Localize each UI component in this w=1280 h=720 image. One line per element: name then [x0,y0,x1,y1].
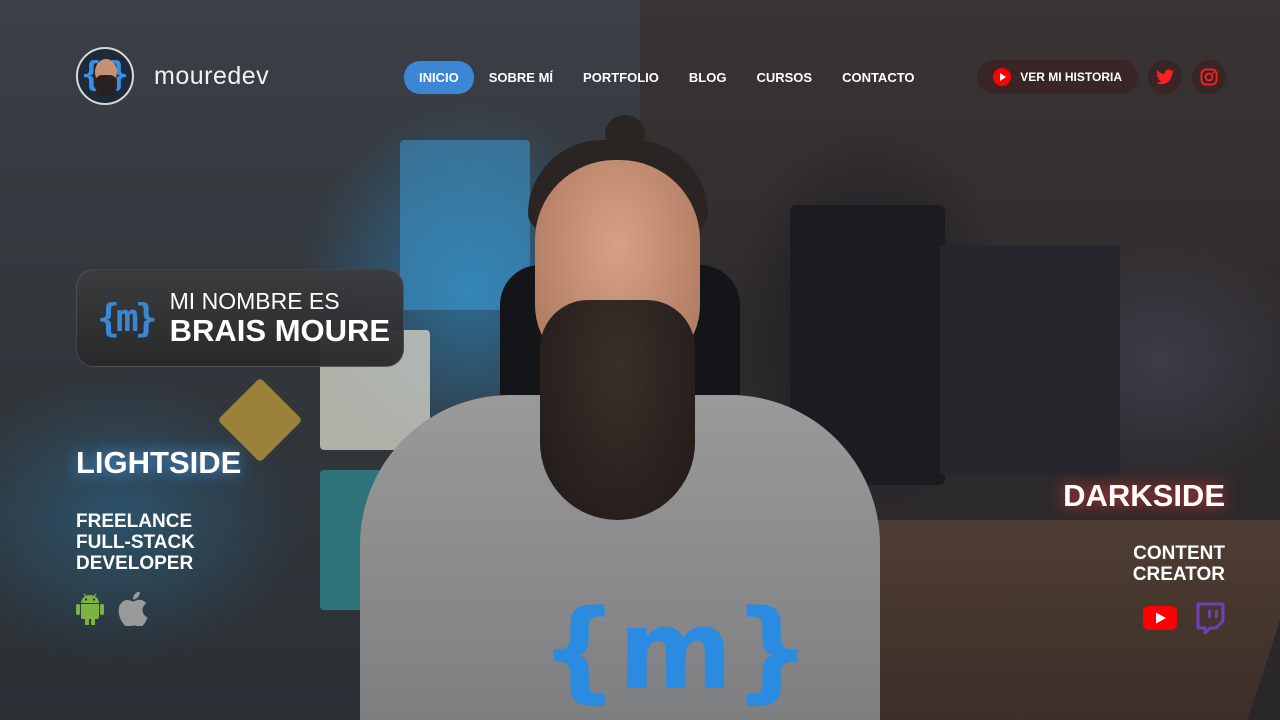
beard [540,300,695,520]
youtube-play-icon [993,68,1012,86]
shirt-logo: {m} [540,586,812,714]
nav-item-sobre-mi[interactable]: SOBRE MÍ [474,61,568,94]
lightside-subtitle: FREELANCE FULL-STACK DEVELOPER [76,511,195,574]
full-name: BRAIS MOURE [169,313,391,348]
name-intro: MI NOMBRE ES [169,288,340,314]
brand-name: mouredev [154,61,270,90]
instagram-icon [1200,68,1218,86]
monitor-secondary [940,245,1120,475]
brand[interactable]: { } mouredev [76,47,269,105]
history-button-label: VER MI HISTORIA [1020,70,1122,84]
history-button[interactable]: VER MI HISTORIA [977,60,1138,94]
name-card-text: MI NOMBRE ES BRAIS MOURE [170,288,390,348]
avatar-beard [95,75,117,97]
nav-item-portfolio[interactable]: PORTFOLIO [568,61,674,94]
portrait-photo: {m} [360,115,880,720]
twitter-icon [1156,69,1174,85]
lightside-icons [76,592,148,626]
darkside-subtitle: CONTENT CREATOR [1133,543,1225,585]
nav-item-contacto[interactable]: CONTACTO [827,61,929,94]
nav-item-blog[interactable]: BLOG [674,61,742,94]
nav-item-inicio[interactable]: INICIO [404,61,474,94]
lightside-subtitle-line: FULL-STACK [76,532,195,553]
name-card: {m} MI NOMBRE ES BRAIS MOURE [76,269,404,367]
hair-bun [605,115,645,153]
apple-icon [118,592,148,626]
header-actions: VER MI HISTORIA [977,60,1226,94]
lightside-subtitle-line: FREELANCE [76,511,193,532]
youtube-icon [1143,606,1177,630]
avatar: { } [76,47,134,105]
site-header: { } mouredev INICIO SOBRE MÍ PORTFOLIO B… [76,46,1226,106]
lightside-title: LIGHTSIDE [76,445,242,480]
darkside-subtitle-line: CREATOR [1132,564,1225,585]
instagram-button[interactable] [1192,60,1226,94]
nav-item-cursos[interactable]: CURSOS [741,61,827,94]
lightside-subtitle-line: DEVELOPER [76,553,194,574]
twitch-icon [1195,602,1225,634]
darkside-title: DARKSIDE [1063,478,1225,513]
mouredev-logo-icon: {m} [97,296,158,340]
darkside-subtitle-line: CONTENT [1133,543,1225,564]
twitter-button[interactable] [1148,60,1182,94]
android-icon [76,593,104,625]
main-nav: INICIO SOBRE MÍ PORTFOLIO BLOG CURSOS CO… [404,61,930,94]
darkside-icons [1143,602,1225,634]
